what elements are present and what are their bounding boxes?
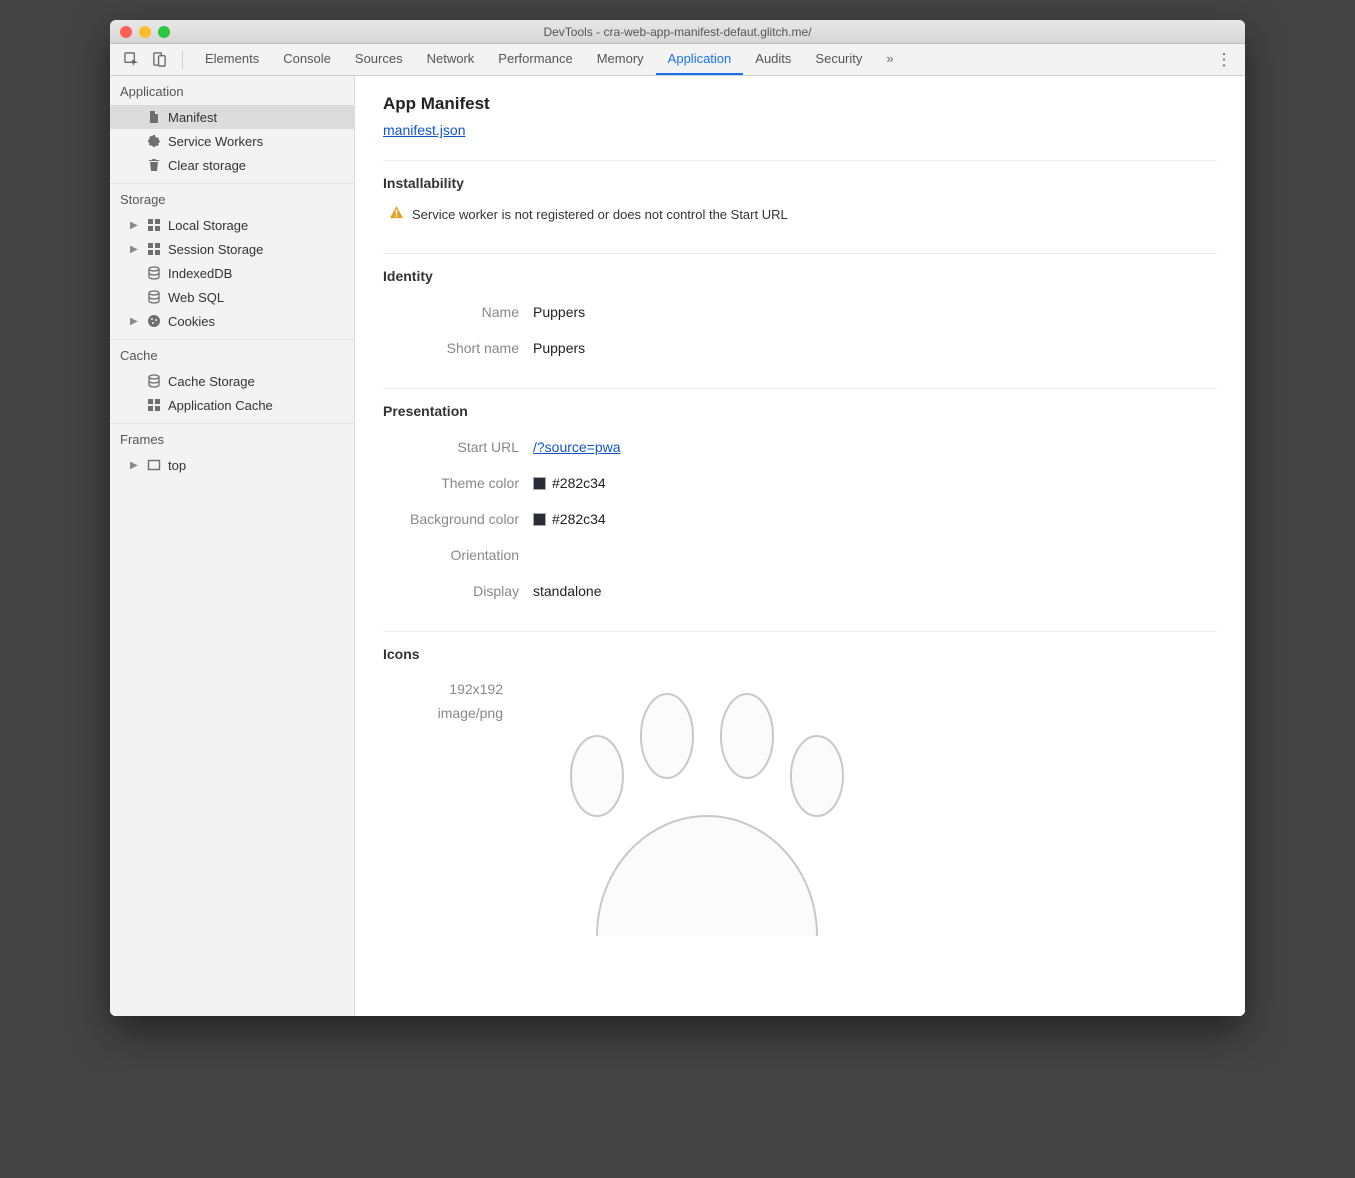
sidebar-item-label: Service Workers [168, 134, 263, 149]
titlebar: DevTools - cra-web-app-manifest-defaut.g… [110, 20, 1245, 44]
expand-arrow-icon: ▶ [130, 316, 140, 327]
grid-icon [146, 217, 162, 233]
sidebar-item-service-workers[interactable]: Service Workers [110, 129, 354, 153]
background-color-swatch [533, 513, 546, 526]
expand-arrow-icon: ▶ [130, 460, 140, 471]
icon-mime: image/png [383, 702, 503, 726]
sidebar-item-label: Web SQL [168, 290, 224, 305]
presentation-heading: Presentation [383, 403, 1217, 419]
window-title: DevTools - cra-web-app-manifest-defaut.g… [110, 25, 1245, 39]
sidebar-item-label: Manifest [168, 110, 217, 125]
database-icon [146, 289, 162, 305]
panel-body: Application Manifest Service Workers [110, 76, 1245, 1016]
sidebar-item-label: Clear storage [168, 158, 246, 173]
background-color-label: Background color [383, 511, 533, 527]
sidebar-item-label: IndexedDB [168, 266, 232, 281]
sidebar-item-local-storage[interactable]: ▶ Local Storage [110, 213, 354, 237]
identity-heading: Identity [383, 268, 1217, 284]
sidebar-item-websql[interactable]: Web SQL [110, 285, 354, 309]
gear-icon [146, 133, 162, 149]
sidebar-item-label: Cookies [168, 314, 215, 329]
identity-name-value: Puppers [533, 304, 585, 320]
trash-icon [146, 157, 162, 173]
identity-shortname-value: Puppers [533, 340, 585, 356]
display-label: Display [383, 583, 533, 599]
cookie-icon [146, 313, 162, 329]
database-icon [146, 265, 162, 281]
grid-icon [146, 241, 162, 257]
installability-warning-row: Service worker is not registered or does… [383, 201, 1217, 231]
tab-memory[interactable]: Memory [585, 44, 656, 75]
expand-arrow-icon: ▶ [130, 220, 140, 231]
sidebar-item-label: Cache Storage [168, 374, 255, 389]
sidebar-item-manifest[interactable]: Manifest [110, 105, 354, 129]
warning-icon [389, 205, 404, 223]
installability-warning-text: Service worker is not registered or does… [412, 207, 788, 222]
inspect-element-icon[interactable] [118, 47, 144, 73]
tab-security[interactable]: Security [803, 44, 874, 75]
application-sidebar: Application Manifest Service Workers [110, 76, 355, 1016]
manifest-file-link[interactable]: manifest.json [383, 122, 465, 138]
sidebar-item-cache-storage[interactable]: Cache Storage [110, 369, 354, 393]
sidebar-group-storage: Storage [110, 184, 354, 213]
sidebar-item-top-frame[interactable]: ▶ top [110, 453, 354, 477]
kebab-menu-icon[interactable]: ⋮ [1211, 47, 1237, 73]
orientation-label: Orientation [383, 547, 533, 563]
app-icon-preview [527, 676, 887, 936]
theme-color-swatch [533, 477, 546, 490]
start-url-label: Start URL [383, 439, 533, 455]
theme-color-label: Theme color [383, 475, 533, 491]
sidebar-item-label: Application Cache [168, 398, 273, 413]
sidebar-item-cookies[interactable]: ▶ Cookies [110, 309, 354, 333]
sidebar-item-clear-storage[interactable]: Clear storage [110, 153, 354, 177]
toolbar-separator [182, 51, 183, 69]
tab-performance[interactable]: Performance [486, 44, 584, 75]
background-color-value: #282c34 [552, 511, 606, 527]
start-url-link[interactable]: /?source=pwa [533, 439, 621, 455]
sidebar-item-session-storage[interactable]: ▶ Session Storage [110, 237, 354, 261]
sidebar-group-cache: Cache [110, 340, 354, 369]
panel-tabs: Elements Console Sources Network Perform… [193, 44, 906, 75]
window-controls [110, 26, 170, 38]
document-icon [146, 109, 162, 125]
devtools-window: DevTools - cra-web-app-manifest-defaut.g… [110, 20, 1245, 1016]
tab-audits[interactable]: Audits [743, 44, 803, 75]
identity-name-label: Name [383, 304, 533, 320]
expand-arrow-icon: ▶ [130, 244, 140, 255]
database-icon [146, 373, 162, 389]
tab-network[interactable]: Network [415, 44, 487, 75]
page-title: App Manifest [383, 94, 1217, 114]
identity-shortname-label: Short name [383, 340, 533, 356]
icon-size: 192x192 [383, 678, 503, 702]
sidebar-item-label: Session Storage [168, 242, 263, 257]
sidebar-item-application-cache[interactable]: Application Cache [110, 393, 354, 417]
sidebar-group-application: Application [110, 76, 354, 105]
close-window-button[interactable] [120, 26, 132, 38]
tab-console[interactable]: Console [271, 44, 343, 75]
minimize-window-button[interactable] [139, 26, 151, 38]
icons-heading: Icons [383, 646, 1217, 662]
grid-icon [146, 397, 162, 413]
sidebar-item-label: Local Storage [168, 218, 248, 233]
tab-application[interactable]: Application [656, 44, 744, 75]
device-toggle-icon[interactable] [146, 47, 172, 73]
tab-sources[interactable]: Sources [343, 44, 415, 75]
devtools-toolbar: Elements Console Sources Network Perform… [110, 44, 1245, 76]
frame-icon [146, 457, 162, 473]
zoom-window-button[interactable] [158, 26, 170, 38]
sidebar-group-frames: Frames [110, 424, 354, 453]
tab-elements[interactable]: Elements [193, 44, 271, 75]
sidebar-item-label: top [168, 458, 186, 473]
theme-color-value: #282c34 [552, 475, 606, 491]
manifest-panel: App Manifest manifest.json Installabilit… [355, 76, 1245, 1016]
sidebar-item-indexeddb[interactable]: IndexedDB [110, 261, 354, 285]
installability-heading: Installability [383, 175, 1217, 191]
display-value: standalone [533, 583, 602, 599]
tabs-overflow-button[interactable]: » [874, 44, 905, 75]
